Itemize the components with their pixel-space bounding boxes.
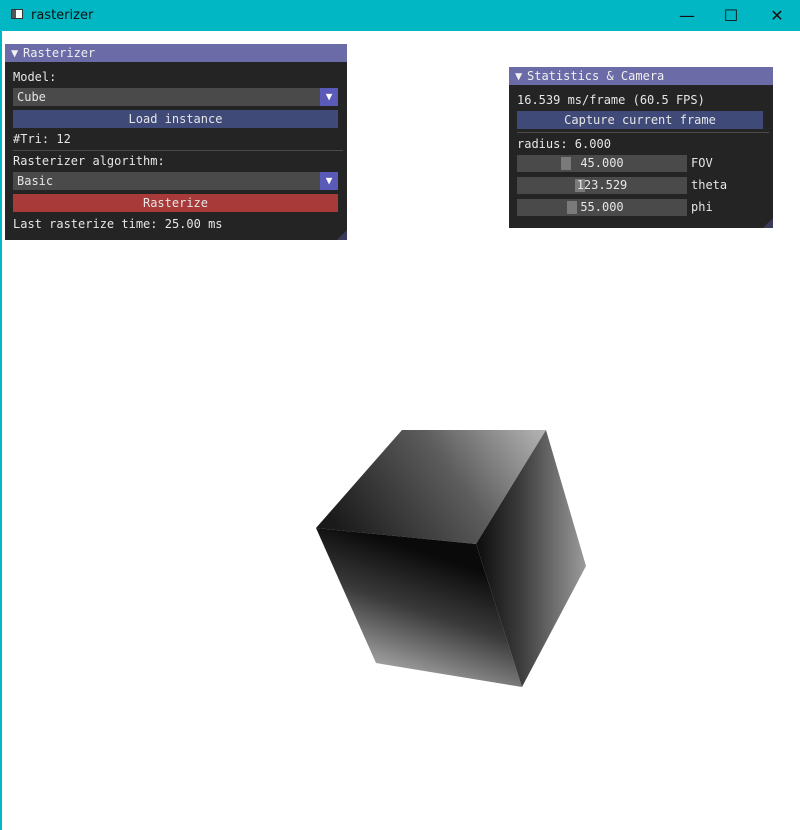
theta-slider[interactable]: 123.529 [517,177,687,194]
statistics-panel-title: Statistics & Camera [527,69,665,83]
rasterizer-panel-title: Rasterizer [23,46,96,60]
window-title: rasterizer [31,8,94,23]
theta-value: 123.529 [576,178,628,192]
collapse-triangle-icon[interactable]: ▼ [11,44,23,62]
divider [13,150,343,151]
last-rasterize-time: Last rasterize time: 25.00 ms [13,217,223,231]
model-select[interactable]: Cube ▼ [13,88,338,106]
fov-value: 45.000 [580,156,624,170]
algorithm-label: Rasterizer algorithm: [13,154,165,168]
fov-label: FOV [691,156,713,170]
divider [517,132,769,133]
rasterizer-panel[interactable]: ▼ Rasterizer Model: Cube ▼ Load instance … [5,44,347,240]
resize-grip-icon[interactable] [763,218,773,228]
chevron-down-icon[interactable]: ▼ [320,172,338,190]
close-button[interactable]: ✕ [754,0,800,31]
model-label: Model: [13,70,57,84]
phi-slider[interactable]: 55.000 [517,199,687,216]
statistics-panel-header[interactable]: ▼ Statistics & Camera [509,67,773,85]
algorithm-select[interactable]: Basic ▼ [13,172,338,190]
phi-value: 55.000 [580,200,624,214]
collapse-triangle-icon[interactable]: ▼ [515,67,527,85]
resize-grip-icon[interactable] [337,230,347,240]
window-titlebar[interactable]: rasterizer — ☐ ✕ [0,0,800,31]
minimize-button[interactable]: — [664,0,710,31]
fov-slider[interactable]: 45.000 [517,155,687,172]
maximize-button[interactable]: ☐ [708,0,754,31]
algorithm-select-value: Basic [17,174,54,188]
phi-label: phi [691,200,713,214]
app-icon [11,9,23,19]
capture-frame-button[interactable]: Capture current frame [517,111,763,129]
frame-stats: 16.539 ms/frame (60.5 FPS) [517,93,705,107]
rasterize-button[interactable]: Rasterize [13,194,338,212]
rasterizer-panel-header[interactable]: ▼ Rasterizer [5,44,347,62]
radius-readout: radius: 6.000 [517,137,611,151]
load-instance-button[interactable]: Load instance [13,110,338,128]
triangle-count: #Tri: 12 [13,132,71,146]
chevron-down-icon[interactable]: ▼ [320,88,338,106]
model-select-value: Cube [17,90,46,104]
statistics-camera-panel[interactable]: ▼ Statistics & Camera 16.539 ms/frame (60… [509,67,773,228]
theta-label: theta [691,178,728,192]
